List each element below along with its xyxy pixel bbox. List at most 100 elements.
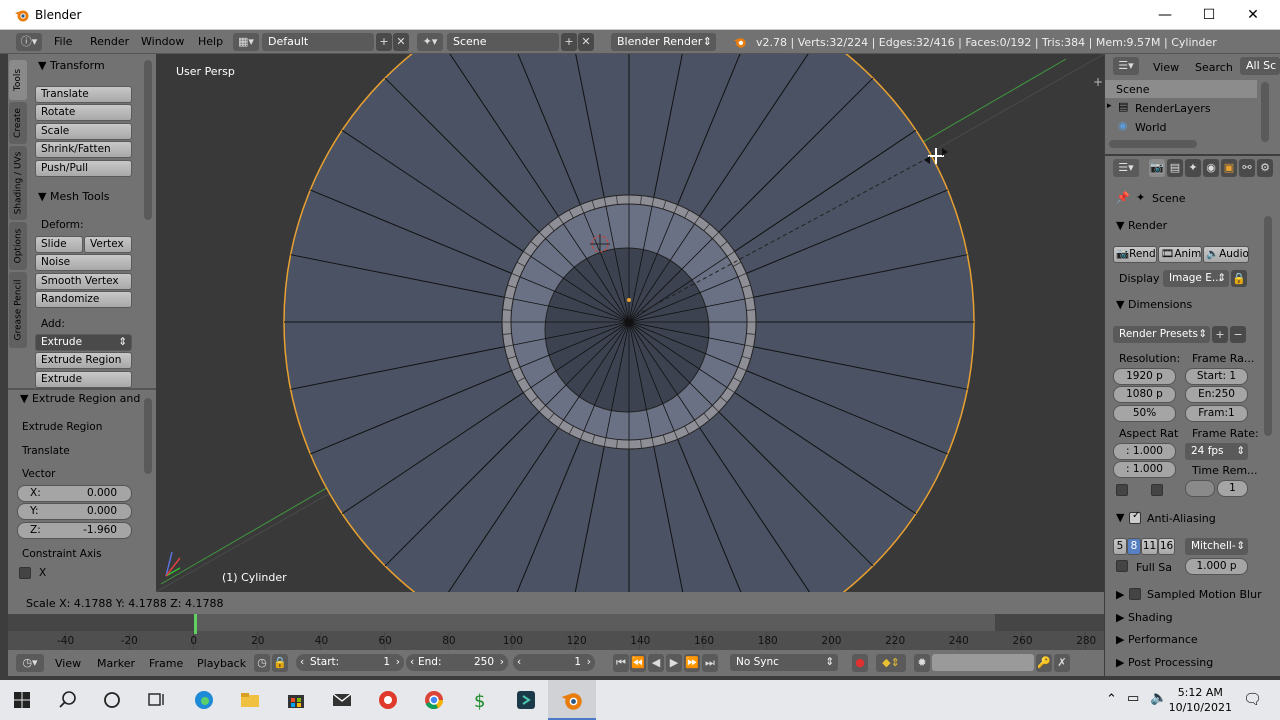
display-select[interactable]: Image E... ⇕ xyxy=(1163,270,1229,287)
frame-start-field[interactable]: Start: 1 xyxy=(1185,368,1248,385)
world-context-icon[interactable]: ◉ xyxy=(1203,159,1219,177)
tab-shading-uvs[interactable]: Shading / UVs xyxy=(9,146,27,220)
sync-mode-select[interactable]: No Sync ⇕ xyxy=(730,654,838,671)
play-reverse-icon[interactable]: ◀ xyxy=(648,654,664,672)
shading-panel-header[interactable]: ▶ Shading xyxy=(1116,611,1173,624)
render-animation-button[interactable]: 🎞Anim xyxy=(1158,246,1202,263)
system-clock[interactable]: 5:12 AM 10/10/2021 xyxy=(1169,685,1232,715)
active-keying-set-field[interactable] xyxy=(932,654,1034,671)
timeline[interactable]: -40 -20 0 20 40 60 80 100 120 140 160 180 200 220 240 2… xyxy=(8,614,1104,650)
scene-icon[interactable]: ✦▾ xyxy=(417,33,443,51)
render-image-button[interactable]: 📷Rend xyxy=(1113,246,1157,263)
performance-panel-header[interactable]: ▶ Performance xyxy=(1116,633,1198,646)
tab-options[interactable]: Options xyxy=(9,222,27,270)
mesh-tools-panel-header[interactable]: ▼ Mesh Tools xyxy=(38,190,110,203)
end-frame-field[interactable]: ‹ End: 250 › xyxy=(406,654,508,671)
slide-vertex-button[interactable]: Vertex xyxy=(84,236,132,253)
aspect-x-field[interactable]: : 1.000 xyxy=(1113,443,1176,460)
file-explorer-icon[interactable] xyxy=(238,688,262,712)
translate-button[interactable]: Translate xyxy=(35,86,132,103)
record-icon[interactable]: ● xyxy=(852,654,868,672)
editor-type-outliner-icon[interactable]: ☰▾ xyxy=(1113,57,1139,75)
motion-blur-checkbox[interactable] xyxy=(1129,588,1141,600)
tab-create[interactable]: Create xyxy=(9,102,27,144)
minimize-button[interactable]: — xyxy=(1142,0,1188,30)
extrude-individual-button[interactable]: Extrude Individual xyxy=(35,371,132,400)
add-scene-icon[interactable]: + xyxy=(561,33,577,51)
jump-keyframe-forward-icon[interactable]: ⏩ xyxy=(684,654,700,672)
render-engine-select[interactable]: Blender Render ⇕ xyxy=(611,33,716,51)
notifications-icon[interactable]: 🗨 xyxy=(1243,690,1262,708)
jump-end-icon[interactable]: ⏭ xyxy=(702,654,718,672)
render-layers-context-icon[interactable]: ▤ xyxy=(1167,159,1183,177)
render-presets-select[interactable]: Render Presets ⇕ xyxy=(1113,326,1210,343)
outliner-item-world[interactable]: World xyxy=(1135,121,1167,134)
extrude-region-button[interactable]: Extrude Region xyxy=(35,352,132,369)
resolution-percentage-field[interactable]: 50% xyxy=(1113,405,1176,422)
randomize-button[interactable]: Randomize xyxy=(35,291,132,308)
rotate-button[interactable]: Rotate xyxy=(35,104,132,121)
search-icon[interactable] xyxy=(56,688,80,712)
noise-button[interactable]: Noise xyxy=(35,254,132,271)
tray-chevron-up-icon[interactable]: ⌃ xyxy=(1106,692,1117,707)
finance-app-icon[interactable]: $ xyxy=(468,688,492,712)
menu-help[interactable]: Help xyxy=(198,35,223,48)
aspect-y-field[interactable]: : 1.000 xyxy=(1113,461,1176,478)
remove-scene-icon[interactable]: ✕ xyxy=(578,33,594,51)
chrome-browser-icon[interactable] xyxy=(422,688,446,712)
frame-step-field[interactable]: Fram:1 xyxy=(1185,405,1248,422)
render-audio-button[interactable]: 🔈Audio xyxy=(1203,246,1249,263)
properties-scrollbar[interactable] xyxy=(1264,216,1272,436)
aa-samples-16[interactable]: 16 xyxy=(1158,538,1175,555)
editor-type-info-icon[interactable]: ⓘ▾ xyxy=(16,33,42,51)
network-icon[interactable]: ▭ xyxy=(1127,691,1139,706)
outliner-item-scene[interactable]: Scene xyxy=(1116,83,1150,96)
scale-button[interactable]: Scale xyxy=(35,123,132,140)
post-processing-panel-header[interactable]: ▶ Post Processing xyxy=(1116,656,1213,669)
jump-start-icon[interactable]: ⏮ xyxy=(613,654,629,672)
transform-panel-header[interactable]: ▼ Transform xyxy=(38,59,105,72)
aa-samples-11[interactable]: 11 xyxy=(1141,538,1158,555)
resolution-x-field[interactable]: 1920 p xyxy=(1113,368,1176,385)
menu-marker[interactable]: Marker xyxy=(97,657,135,670)
vector-y-field[interactable]: Y: 0.000 xyxy=(17,503,132,520)
push-pull-button[interactable]: Push/Pull xyxy=(35,160,132,177)
viewport-expand-icon[interactable]: + xyxy=(1093,75,1103,89)
menu-view[interactable]: View xyxy=(1153,61,1179,74)
menu-window[interactable]: Window xyxy=(141,35,184,48)
microsoft-store-icon[interactable] xyxy=(284,688,308,712)
maximize-button[interactable]: ☐ xyxy=(1186,0,1232,30)
volume-icon[interactable]: 🔈 xyxy=(1150,690,1167,706)
render-context-icon[interactable]: 📷 xyxy=(1149,159,1165,177)
preview-range-icon[interactable]: ◷ xyxy=(254,654,270,672)
3d-viewport[interactable]: + xyxy=(156,54,1104,592)
delete-keyframe-icon[interactable]: ✗ xyxy=(1054,654,1070,672)
lock-range-icon[interactable]: 🔒 xyxy=(272,654,288,672)
outliner-display-mode-select[interactable]: All Sc xyxy=(1240,57,1280,75)
mail-icon[interactable] xyxy=(330,688,354,712)
cortana-icon[interactable] xyxy=(100,688,124,712)
tab-tools[interactable]: Tools xyxy=(9,60,27,100)
insert-keyframe-icon[interactable]: 🔑 xyxy=(1036,654,1052,672)
operator-panel-header[interactable]: ▼ Extrude Region and xyxy=(20,392,140,405)
start-frame-field[interactable]: ‹ Start: 1 › xyxy=(296,654,404,671)
shrink-fatten-button[interactable]: Shrink/Fatten xyxy=(35,141,132,158)
code-editor-icon[interactable] xyxy=(514,688,538,712)
vector-x-field[interactable]: X: 0.000 xyxy=(17,485,132,502)
render-panel-header[interactable]: ▼ Render xyxy=(1116,219,1167,232)
cylinder-mesh[interactable] xyxy=(283,54,975,592)
border-checkbox[interactable] xyxy=(1116,484,1128,496)
constraints-context-icon[interactable]: ⚯ xyxy=(1239,159,1255,177)
time-remap-new-field[interactable]: 1 xyxy=(1217,480,1248,497)
full-sample-checkbox[interactable] xyxy=(1116,560,1128,572)
menu-playback[interactable]: Playback xyxy=(197,657,246,670)
menu-file[interactable]: File xyxy=(54,35,72,48)
screen-layout-icon[interactable]: ▦▾ xyxy=(233,33,259,51)
tool-shelf-scrollbar[interactable] xyxy=(144,60,152,220)
menu-render[interactable]: Render xyxy=(90,35,129,48)
frame-end-field[interactable]: En:250 xyxy=(1185,386,1248,403)
screen-layout-field[interactable]: Default xyxy=(262,33,374,51)
current-frame-field[interactable]: ‹ 1 › xyxy=(513,654,595,671)
jump-keyframe-back-icon[interactable]: ⏪ xyxy=(630,654,646,672)
media-app-icon[interactable] xyxy=(376,688,400,712)
